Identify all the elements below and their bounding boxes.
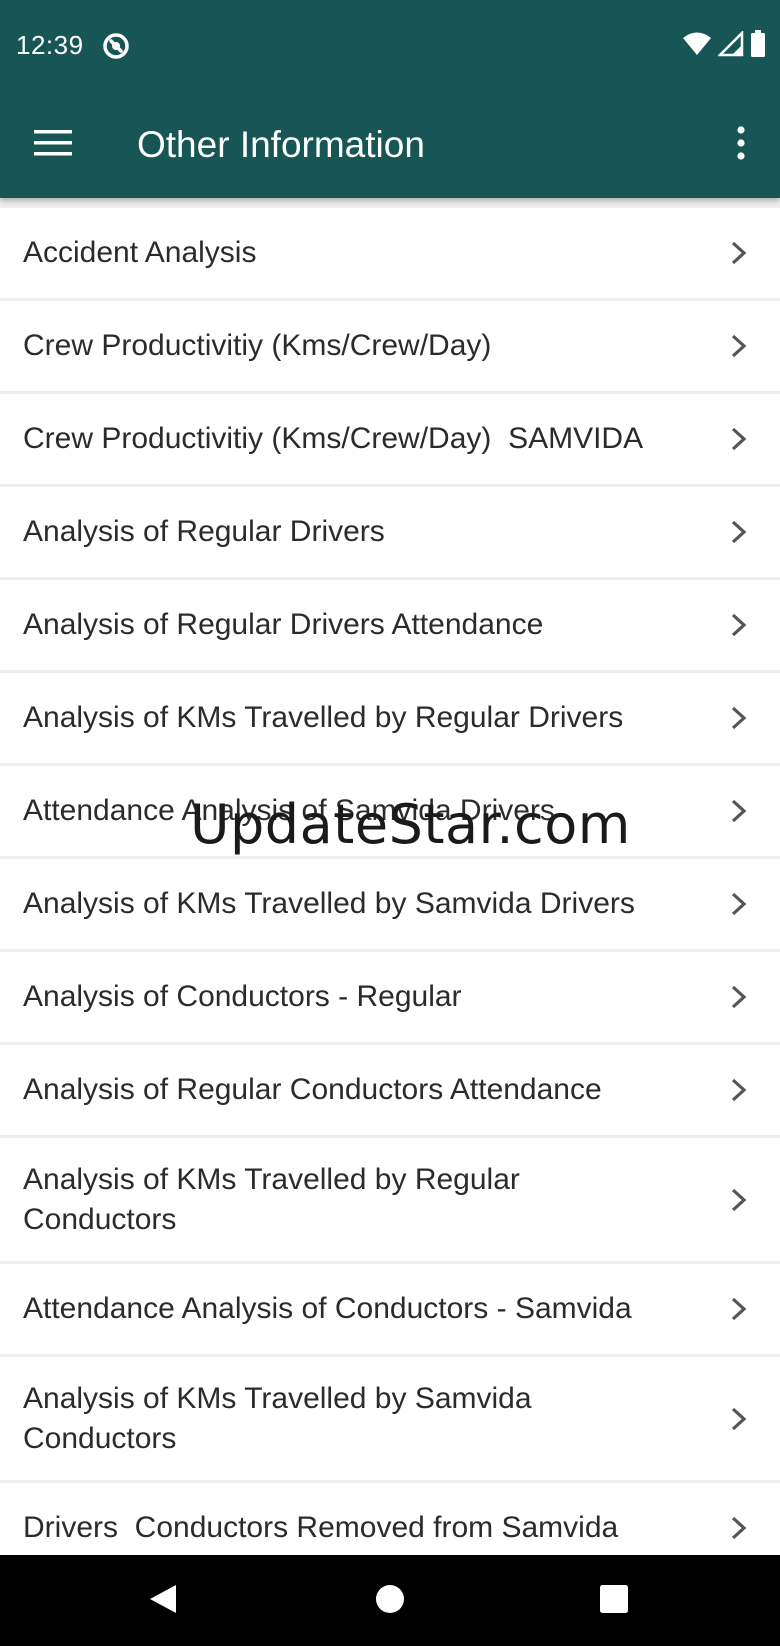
list-item-label: Attendance Analysis of Conductors - Samv… [23,1292,632,1325]
chevron-right-icon [731,1078,747,1102]
chevron-right-icon [731,241,747,265]
list-item-label: Analysis of KMs Travelled by Samvida Con… [23,1381,532,1455]
list-item-regular-conductors[interactable]: Analysis of Conductors - Regular [0,952,780,1042]
list-item-label: Analysis of Regular Drivers [23,515,385,548]
status-bar: 12:39 [0,0,780,92]
chevron-right-icon [731,799,747,823]
chevron-right-icon [731,427,747,451]
back-button[interactable] [135,1575,191,1627]
information-list: Accident Analysis Crew Productivitiy (Km… [0,208,780,1555]
list-item-label: Drivers Conductors Removed from Samvida [23,1511,619,1544]
list-item-label: Analysis of Regular Drivers Attendance [23,608,544,641]
chevron-right-icon [731,1297,747,1321]
chevron-right-icon [731,334,747,358]
chevron-right-icon [731,985,747,1009]
list-item-label: Analysis of KMs Travelled by Regular Dri… [23,701,624,734]
hamburger-menu-icon [34,129,72,162]
home-button[interactable] [362,1575,418,1627]
chevron-right-icon [731,892,747,916]
list-item-accident-analysis[interactable]: Accident Analysis [0,208,780,298]
list-item-label: Accident Analysis [23,236,257,269]
list-item-label: Attendance Analysis of Samvida Drivers [23,794,555,827]
app-bar: Other Information [0,92,780,198]
list-item-removed-from-samvida[interactable]: Drivers Conductors Removed from Samvida [0,1483,780,1555]
overflow-menu-button[interactable] [716,120,766,170]
chevron-right-icon [731,613,747,637]
list-item-crew-productivity[interactable]: Crew Productivitiy (Kms/Crew/Day) [0,301,780,391]
list-item-kms-samvida-conductors[interactable]: Analysis of KMs Travelled by Samvida Con… [0,1357,780,1480]
system-navigation-bar [0,1555,780,1646]
battery-icon [750,29,766,63]
status-time: 12:39 [16,30,84,60]
list-item-label: Analysis of Conductors - Regular [23,980,462,1013]
list-item-samvida-conductors-attendance[interactable]: Attendance Analysis of Conductors - Samv… [0,1264,780,1354]
chevron-right-icon [731,706,747,730]
chevron-right-icon [731,1407,747,1430]
list-item-label: Analysis of Regular Conductors Attendanc… [23,1073,602,1106]
app-notification-icon [102,32,130,60]
recents-button[interactable] [586,1575,642,1627]
home-icon [375,1584,405,1619]
list-item-samvida-drivers-attendance[interactable]: Attendance Analysis of Samvida Drivers [0,766,780,856]
list-item-kms-regular-drivers[interactable]: Analysis of KMs Travelled by Regular Dri… [0,673,780,763]
cellular-signal-icon [716,29,744,62]
wifi-icon [682,31,712,62]
list-item-label: Analysis of KMs Travelled by Regular Con… [23,1162,520,1236]
list-item-regular-drivers-attendance[interactable]: Analysis of Regular Drivers Attendance [0,580,780,670]
list-item-crew-productivity-samvida[interactable]: Crew Productivitiy (Kms/Crew/Day) SAMVID… [0,394,780,484]
list-item-regular-conductors-attendance[interactable]: Analysis of Regular Conductors Attendanc… [0,1045,780,1135]
list-item-label: Analysis of KMs Travelled by Samvida Dri… [23,887,635,920]
more-vert-icon [736,125,746,165]
recents-icon [599,1584,629,1619]
chevron-right-icon [731,1188,747,1211]
screen: 12:39 Other Information Accident Analysi… [0,0,780,1646]
list-item-kms-samvida-drivers[interactable]: Analysis of KMs Travelled by Samvida Dri… [0,859,780,949]
menu-button[interactable] [22,120,84,170]
list-item-kms-regular-conductors[interactable]: Analysis of KMs Travelled by Regular Con… [0,1138,780,1261]
back-icon [148,1583,178,1620]
status-icons [682,29,766,63]
page-title: Other Information [137,124,425,165]
chevron-right-icon [731,1516,747,1540]
list-item-regular-drivers[interactable]: Analysis of Regular Drivers [0,487,780,577]
chevron-right-icon [731,520,747,544]
list-item-label: Crew Productivitiy (Kms/Crew/Day) [23,329,492,362]
list-item-label: Crew Productivitiy (Kms/Crew/Day) SAMVID… [23,422,644,455]
